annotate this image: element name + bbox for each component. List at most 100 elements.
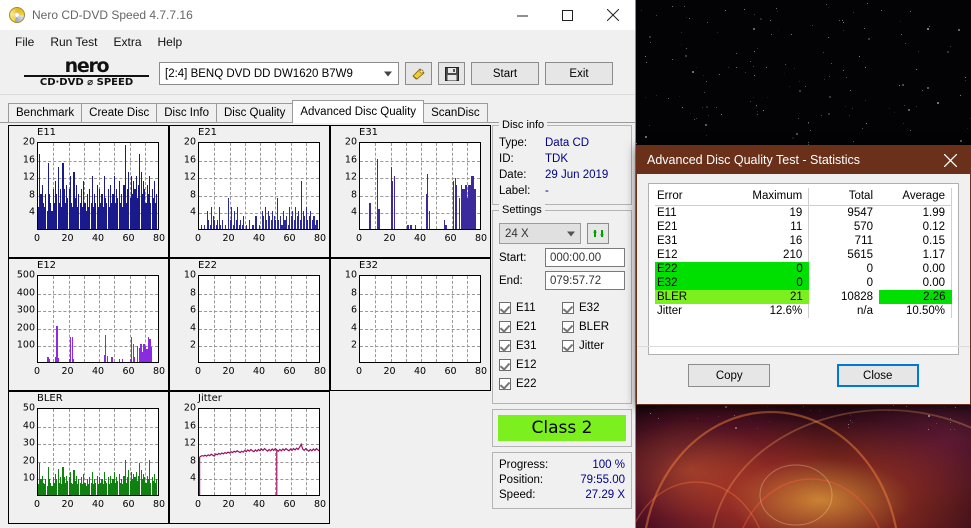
tab-create-disc[interactable]: Create Disc (81, 103, 158, 122)
chart-bar (393, 176, 395, 229)
save-button[interactable] (438, 62, 465, 85)
menu-item-extra[interactable]: Extra (105, 32, 149, 52)
chart-bar (255, 215, 257, 229)
close-button[interactable] (590, 0, 635, 30)
chart-plot-area (37, 408, 159, 496)
checkbox-bler[interactable]: BLER (562, 317, 625, 336)
checkbox-e22[interactable]: E22 (499, 374, 562, 393)
chart-x-tick: 40 (91, 233, 105, 244)
chart-plot-area (198, 275, 320, 363)
tab-disc-info[interactable]: Disc Info (156, 103, 217, 122)
minimize-button[interactable] (500, 0, 545, 30)
speed-select[interactable]: 24 X (499, 223, 581, 244)
end-input[interactable]: 079:57.72 (545, 271, 625, 290)
table-row[interactable]: E31 16 711 0.15 (655, 234, 953, 248)
table-row[interactable]: E11 19 9547 1.99 (655, 205, 953, 220)
chart-y-tick: 8 (189, 287, 196, 299)
chart-y-tick: 4 (28, 206, 35, 218)
chart-x-tick: 40 (413, 233, 427, 244)
cell-average: 0.00 (879, 276, 953, 290)
checkbox-e21[interactable]: E21 (499, 317, 562, 336)
cell-error: E32 (655, 276, 739, 290)
disc-info-value-id: TDK (545, 153, 568, 165)
table-row[interactable]: E22 0 0 0.00 (655, 262, 953, 276)
chart-y-tick: 400 (16, 287, 35, 299)
copy-button[interactable]: Copy (688, 364, 771, 387)
chart-y-tick: 4 (189, 206, 196, 218)
speed-value: 27.29 X (585, 489, 625, 501)
drive-select[interactable]: [2:4] BENQ DVD DD DW1620 B7W9 (159, 62, 399, 85)
chart-bar (48, 358, 51, 362)
tab-scandisc[interactable]: ScanDisc (423, 103, 488, 122)
chart-bars (38, 143, 158, 229)
close-dialog-button[interactable]: Close (836, 364, 919, 387)
position-value: 79:55.00 (580, 474, 625, 486)
cell-error: E21 (657, 221, 678, 233)
table-row[interactable]: Jitter 12.6% n/a 10.50% (655, 304, 953, 318)
chart-bars (38, 276, 158, 362)
chart-y-tick: 2 (189, 339, 196, 351)
maximize-button[interactable] (545, 0, 590, 30)
menu-item-file[interactable]: File (7, 32, 42, 52)
checkbox-e32[interactable]: E32 (562, 298, 625, 317)
chevron-down-icon (384, 71, 392, 76)
class-badge: Class 2 (498, 415, 626, 441)
progress-row: Progress: 100 % (499, 458, 625, 473)
statistics-titlebar[interactable]: Advanced Disc Quality Test - Statistics (637, 146, 970, 174)
chart-bars (199, 276, 319, 362)
close-icon (943, 153, 957, 167)
chart-bar (410, 224, 412, 229)
chart-line-svg (199, 442, 319, 495)
chart-y-tick: 20 (22, 136, 35, 148)
cell-total: 0 (866, 277, 874, 289)
tab-advanced-disc-quality[interactable]: Advanced Disc Quality (292, 100, 425, 123)
checkbox-e11[interactable]: E11 (499, 298, 562, 317)
chart-y-tick: 16 (22, 154, 35, 166)
checkbox-e12[interactable]: E12 (499, 355, 562, 374)
nebula-arcs-svg (636, 409, 971, 528)
tab-disc-quality[interactable]: Disc Quality (216, 103, 294, 122)
chart-e31: E31 4 8 12 16 20 0 20 40 60 80 (330, 125, 491, 258)
tab-benchmark[interactable]: Benchmark (8, 103, 83, 122)
refresh-button[interactable] (587, 223, 609, 244)
nero-disc-icon (9, 7, 25, 23)
table-row[interactable]: E21 11 570 0.12 (655, 220, 953, 234)
settings-legend: Settings (499, 204, 545, 216)
chart-y-tick: 500 (16, 269, 35, 281)
refresh-icon (592, 230, 604, 237)
table-row[interactable]: E32 0 0 0.00 (655, 276, 953, 290)
checkbox-label: E31 (516, 339, 537, 352)
start-button[interactable]: Start (471, 62, 539, 85)
eject-button[interactable] (405, 62, 432, 85)
menu-item-run-test[interactable]: Run Test (42, 32, 105, 52)
start-input[interactable]: 000:00.00 (545, 248, 625, 267)
chart-y-tick: 100 (16, 339, 35, 351)
table-row[interactable]: E12 210 5615 1.17 (655, 248, 953, 262)
chart-x-tick: 60 (122, 233, 135, 244)
chart-bar (203, 224, 205, 229)
checkbox-icon (499, 301, 511, 314)
cell-total: n/a (857, 305, 874, 317)
cell-error: E11 (657, 207, 677, 219)
chart-x-tick: 0 (355, 233, 363, 244)
menu-item-help[interactable]: Help (150, 32, 191, 52)
disc-info-key-date: Date: (499, 169, 527, 181)
speed-select-value: 24 X (505, 227, 529, 240)
chart-title: BLER (37, 393, 63, 404)
progress-key: Progress: (499, 459, 549, 471)
chart-x-tick: 60 (122, 499, 135, 510)
disc-info-row-date: Date: 29 Jun 2019 (493, 167, 631, 183)
exit-button[interactable]: Exit (545, 62, 613, 85)
chart-y-tick: 40 (22, 420, 35, 432)
checkbox-icon (499, 320, 511, 333)
statistics-close-button[interactable] (930, 146, 970, 174)
chart-x-tick: 80 (474, 233, 488, 244)
chart-bar (456, 185, 458, 229)
chart-x-tick: 20 (383, 366, 396, 377)
chart-bar (316, 220, 318, 229)
table-row[interactable]: BLER 21 10828 2.26 (655, 290, 952, 304)
checkbox-e31[interactable]: E31 (499, 336, 562, 355)
window-titlebar[interactable]: Nero CD-DVD Speed 4.7.7.16 (0, 0, 635, 31)
chart-y-tick: 20 (183, 136, 196, 148)
checkbox-jitter[interactable]: Jitter (562, 336, 625, 355)
